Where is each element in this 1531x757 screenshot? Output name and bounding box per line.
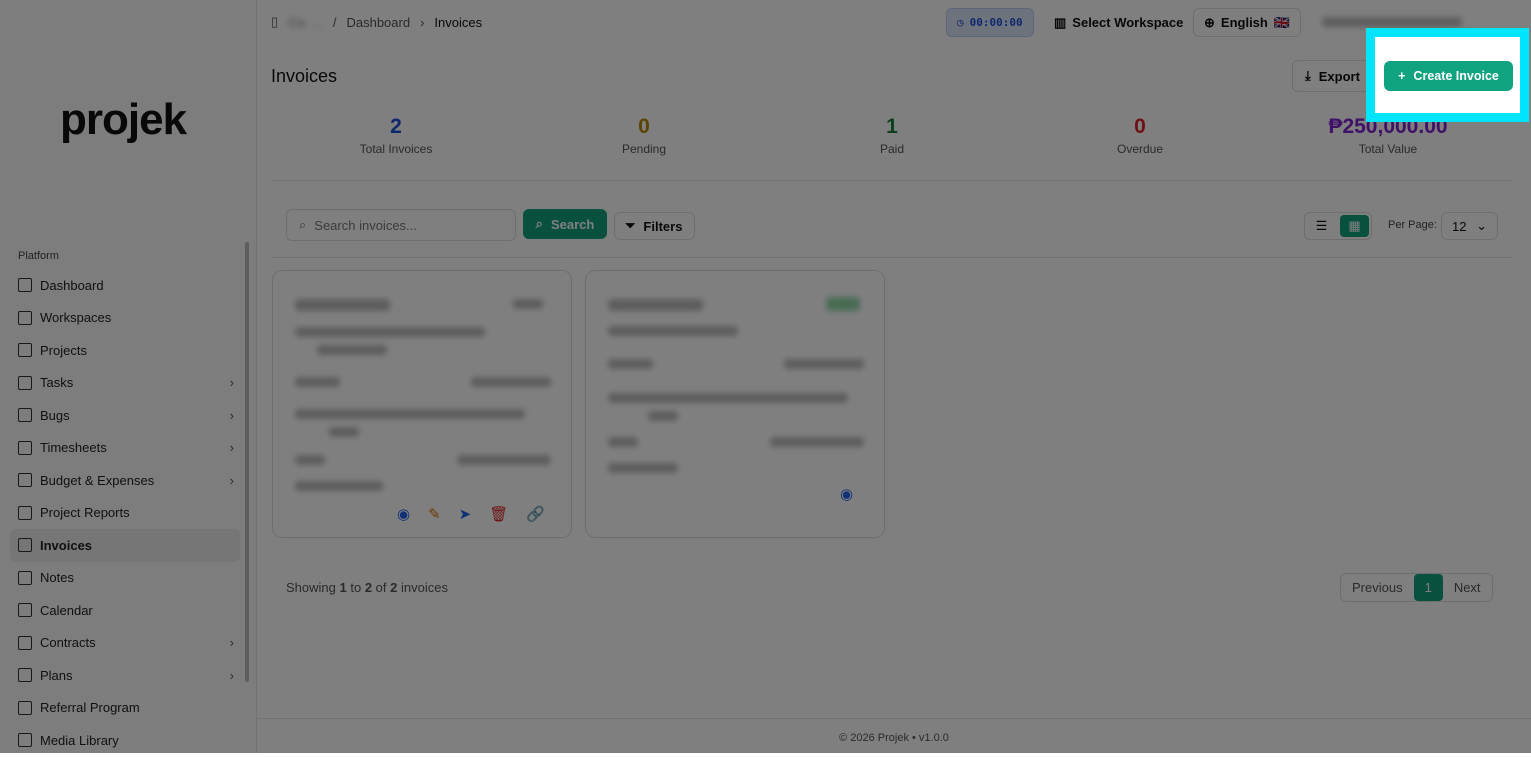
dim-overlay: [0, 0, 1531, 753]
create-invoice-button[interactable]: + Create Invoice: [1384, 61, 1513, 91]
create-invoice-label: Create Invoice: [1413, 69, 1499, 83]
plus-icon: +: [1398, 69, 1406, 83]
